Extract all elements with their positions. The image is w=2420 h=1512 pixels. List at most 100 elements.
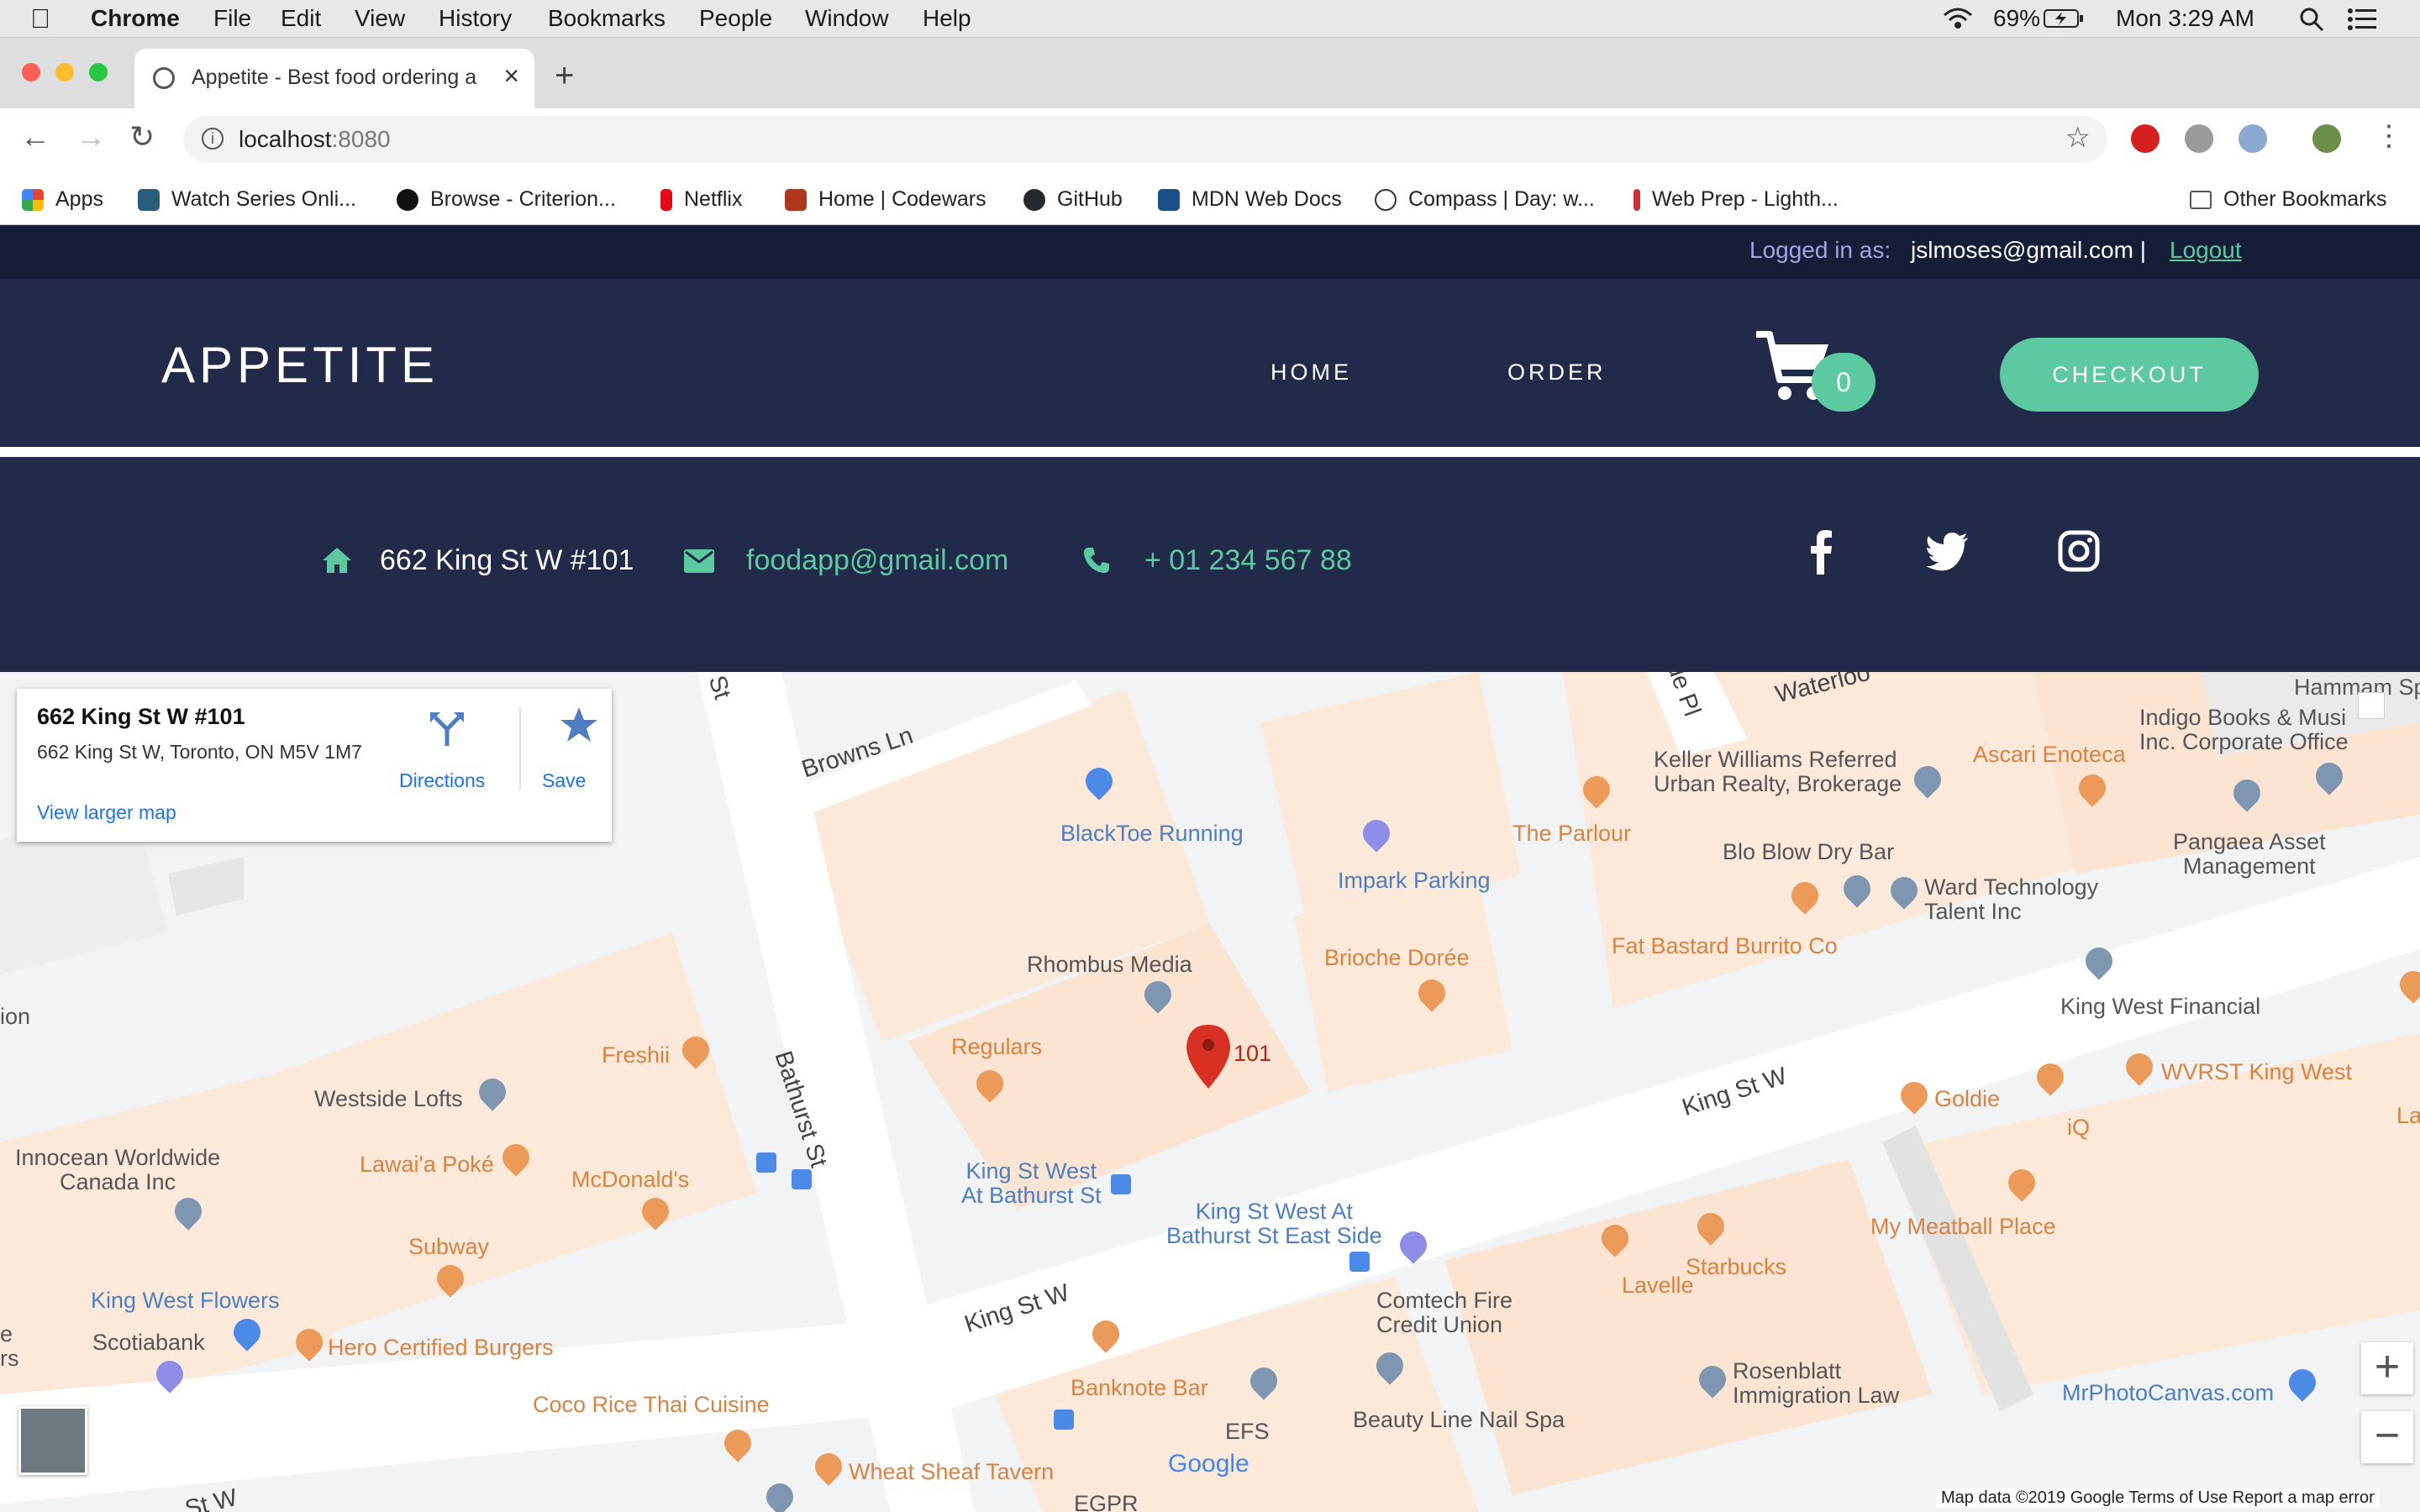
bookmark-web-prep[interactable]: Web Prep - Lighth... xyxy=(1634,181,1839,218)
directions-icon[interactable] xyxy=(429,709,466,746)
nav-home-link[interactable]: HOME xyxy=(1270,360,1352,386)
poi-label[interactable]: Indigo Books & Musi Inc. Corporate Offic… xyxy=(2139,706,2349,754)
poi-label[interactable]: Lawai'a Poké xyxy=(360,1152,494,1177)
poi-label[interactable]: Hammam Sp xyxy=(2294,675,2420,700)
bookmark-apps[interactable]: Apps xyxy=(22,181,103,218)
battery-icon[interactable] xyxy=(2044,8,2084,29)
satellite-toggle[interactable] xyxy=(18,1406,87,1475)
poi-label[interactable]: Regulars xyxy=(951,1035,1042,1059)
contact-email-link[interactable]: foodapp@gmail.com xyxy=(746,544,1008,577)
contact-phone-link[interactable]: + 01 234 567 88 xyxy=(1144,544,1352,577)
poi-label[interactable]: Wheat Sheaf Tavern xyxy=(849,1460,1054,1484)
new-tab-button[interactable]: + xyxy=(555,57,574,95)
poi-label[interactable]: King West Financial xyxy=(2060,995,2260,1019)
bookmark-criterion[interactable]: Browse - Criterion... xyxy=(397,181,616,218)
twitter-icon[interactable] xyxy=(1924,528,1971,575)
poi-label[interactable]: MrPhotoCanvas.com xyxy=(2062,1381,2274,1405)
poi-label[interactable]: Comtech Fire Credit Union xyxy=(1376,1289,1512,1337)
poi-label[interactable]: Rhombus Media xyxy=(1027,953,1192,977)
bookmark-star-icon[interactable]: ☆ xyxy=(2065,121,2091,155)
poi-label[interactable]: Scotiabank xyxy=(92,1331,205,1355)
address-bar[interactable]: i localhost:8080 ☆ xyxy=(183,116,2107,163)
poi-label[interactable]: Freshii xyxy=(602,1043,670,1068)
poi-label[interactable]: King St West At Bathurst St East Side xyxy=(1166,1200,1382,1248)
menu-file[interactable]: File xyxy=(213,0,251,37)
window-minimize-button[interactable] xyxy=(55,63,74,81)
menu-view[interactable]: View xyxy=(355,0,405,37)
poi-label[interactable]: Fat Bastard Burrito Co xyxy=(1612,934,1838,958)
extension-icon-2[interactable] xyxy=(2238,124,2267,153)
poi-label[interactable]: WVRST King West xyxy=(2161,1060,2352,1084)
clock[interactable]: Mon 3:29 AM xyxy=(2116,0,2254,37)
bookmark-github[interactable]: GitHub xyxy=(1023,181,1123,218)
forward-icon[interactable]: → xyxy=(76,119,106,155)
map-attribution[interactable]: Map data ©2019 Google Terms of Use Repor… xyxy=(1936,1488,2380,1508)
poi-label[interactable]: My Meatball Place xyxy=(1870,1215,2056,1239)
bookmark-watch-series[interactable]: Watch Series Onli... xyxy=(138,181,356,218)
poi-label[interactable]: EFS xyxy=(1225,1420,1270,1444)
transit-stop-icon[interactable] xyxy=(756,1152,776,1173)
menu-people[interactable]: People xyxy=(699,0,772,37)
zoom-out-button[interactable]: − xyxy=(2361,1411,2413,1463)
bookmark-mdn[interactable]: MDN Web Docs xyxy=(1158,181,1342,218)
menu-app-name[interactable]: Chrome xyxy=(91,0,180,37)
wifi-icon[interactable] xyxy=(1941,7,1975,30)
poi-label[interactable]: Rosenblatt Immigration Law xyxy=(1733,1359,1899,1408)
checkout-button[interactable]: CHECKOUT xyxy=(2000,338,2259,412)
poi-label[interactable]: Brioche Dorée xyxy=(1324,946,1470,970)
poi-label[interactable]: BlackToe Running xyxy=(1060,822,1244,846)
poi-label[interactable]: King St West At Bathurst St xyxy=(961,1159,1102,1208)
poi-label[interactable]: La xyxy=(2396,1104,2420,1128)
poi-label[interactable]: Hero Certified Burgers xyxy=(328,1336,554,1360)
cart-count-badge[interactable]: 0 xyxy=(1812,353,1876,412)
menu-bookmarks[interactable]: Bookmarks xyxy=(548,0,666,37)
zoom-in-button[interactable]: + xyxy=(2361,1342,2413,1394)
poi-label[interactable]: Keller Williams Referred Urban Realty, B… xyxy=(1654,748,1902,796)
logout-link[interactable]: Logout xyxy=(2170,237,2242,264)
transit-stop-icon[interactable] xyxy=(1349,1252,1370,1272)
poi-label[interactable]: Coco Rice Thai Cuisine xyxy=(533,1393,770,1417)
poi-label[interactable]: iQ xyxy=(2067,1116,2090,1140)
poi-label[interactable]: McDonald's xyxy=(571,1168,689,1192)
poi-label[interactable]: Westside Lofts xyxy=(314,1087,463,1111)
poi-label[interactable]: Ward Technology Talent Inc xyxy=(1924,875,2098,924)
bookmark-codewars[interactable]: Home | Codewars xyxy=(785,181,986,218)
poi-label[interactable]: King West Flowers xyxy=(91,1289,280,1313)
site-info-icon[interactable]: i xyxy=(202,128,224,150)
transit-stop-icon[interactable] xyxy=(1054,1410,1074,1430)
other-bookmarks[interactable]: Other Bookmarks xyxy=(2190,181,2387,218)
nav-order-link[interactable]: ORDER xyxy=(1507,360,1607,386)
notification-center-icon[interactable] xyxy=(2348,8,2376,30)
star-icon[interactable] xyxy=(560,706,598,744)
poi-label[interactable]: Beauty Line Nail Spa xyxy=(1353,1408,1565,1432)
facebook-icon[interactable] xyxy=(1798,528,1845,575)
poi-label[interactable]: Lavelle xyxy=(1622,1273,1694,1298)
poi-label[interactable]: Pangaea Asset Management xyxy=(2173,830,2326,879)
transit-stop-icon[interactable] xyxy=(792,1169,812,1189)
browser-tab[interactable]: Appetite - Best food ordering a × xyxy=(134,49,534,108)
instagram-icon[interactable] xyxy=(2055,528,2102,575)
reload-icon[interactable]: ↻ xyxy=(129,119,155,155)
poi-label[interactable]: Blo Blow Dry Bar xyxy=(1723,840,1894,864)
poi-label[interactable]: ion xyxy=(0,1005,30,1029)
poi-label[interactable]: e rs xyxy=(0,1322,19,1371)
fullscreen-button[interactable] xyxy=(2358,692,2385,719)
poi-label[interactable]: Starbucks xyxy=(1686,1255,1786,1279)
window-close-button[interactable] xyxy=(22,63,40,81)
menu-edit[interactable]: Edit xyxy=(281,0,321,37)
poi-label[interactable]: The Parlour xyxy=(1512,822,1631,846)
close-tab-icon[interactable]: × xyxy=(503,60,519,92)
transit-stop-icon[interactable] xyxy=(1111,1174,1131,1194)
poi-label[interactable]: EGPR xyxy=(1074,1492,1139,1512)
save-link[interactable]: Save xyxy=(542,769,586,792)
apple-icon[interactable]:  xyxy=(30,0,50,37)
menu-history[interactable]: History xyxy=(439,0,512,37)
directions-link[interactable]: Directions xyxy=(399,769,485,792)
chrome-menu-icon[interactable]: ⋮ xyxy=(2375,119,2403,153)
spotlight-search-icon[interactable] xyxy=(2299,7,2324,32)
window-zoom-button[interactable] xyxy=(89,63,108,81)
poi-label[interactable]: Impark Parking xyxy=(1338,869,1491,893)
site-logo[interactable]: APPETITE xyxy=(161,336,439,394)
menu-help[interactable]: Help xyxy=(923,0,971,37)
extension-icon[interactable] xyxy=(2185,124,2213,153)
